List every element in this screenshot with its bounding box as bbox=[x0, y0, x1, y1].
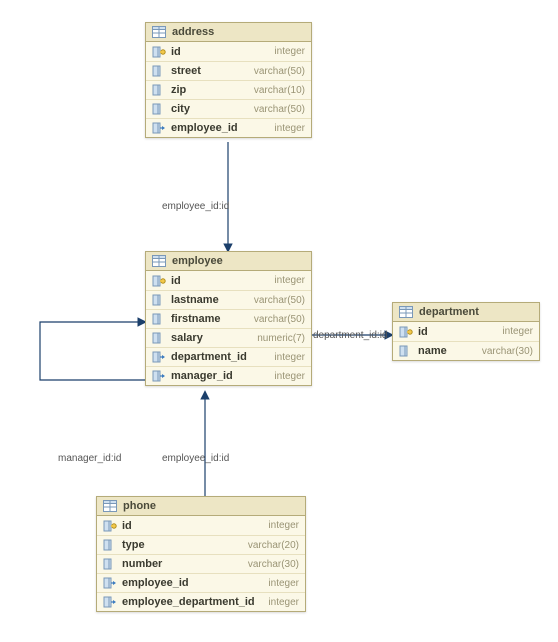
column-name: name bbox=[418, 345, 447, 357]
column-type: integer bbox=[274, 352, 305, 363]
column-row[interactable]: employee_department_id integer bbox=[97, 592, 305, 611]
entity-address[interactable]: address id integer street varchar(50) zi… bbox=[145, 22, 312, 138]
pk-icon bbox=[399, 326, 413, 338]
fk-icon bbox=[152, 122, 166, 134]
column-name: employee_id bbox=[122, 577, 189, 589]
table-icon bbox=[152, 26, 166, 38]
column-icon bbox=[152, 294, 166, 306]
column-name: department_id bbox=[171, 351, 247, 363]
pk-icon bbox=[152, 275, 166, 287]
column-type: varchar(50) bbox=[254, 295, 305, 306]
edge-label: employee_id:id bbox=[162, 453, 229, 464]
column-type: integer bbox=[274, 123, 305, 134]
column-row[interactable]: city varchar(50) bbox=[146, 99, 311, 118]
fk-icon bbox=[152, 351, 166, 363]
column-row[interactable]: street varchar(50) bbox=[146, 61, 311, 80]
fk-icon bbox=[103, 596, 117, 608]
column-row[interactable]: id integer bbox=[393, 322, 539, 341]
entity-rows: id integer street varchar(50) zip varcha… bbox=[146, 42, 311, 137]
column-type: integer bbox=[502, 326, 533, 337]
edge-label: department_id:id bbox=[313, 330, 388, 341]
column-name: type bbox=[122, 539, 145, 551]
column-type: varchar(50) bbox=[254, 104, 305, 115]
column-type: varchar(30) bbox=[482, 346, 533, 357]
column-name: lastname bbox=[171, 294, 219, 306]
entity-rows: id integer name varchar(30) bbox=[393, 322, 539, 360]
column-type: integer bbox=[274, 275, 305, 286]
column-row[interactable]: salary numeric(7) bbox=[146, 328, 311, 347]
column-name: id bbox=[122, 520, 132, 532]
column-type: integer bbox=[274, 46, 305, 57]
column-type: integer bbox=[268, 578, 299, 589]
entity-employee[interactable]: employee id integer lastname varchar(50)… bbox=[145, 251, 312, 386]
column-type: integer bbox=[268, 597, 299, 608]
column-row[interactable]: employee_id integer bbox=[146, 118, 311, 137]
entity-rows: id integer lastname varchar(50) firstnam… bbox=[146, 271, 311, 385]
column-row[interactable]: id integer bbox=[146, 42, 311, 61]
column-name: id bbox=[171, 275, 181, 287]
pk-icon bbox=[152, 46, 166, 58]
edge-employee-manager bbox=[40, 322, 145, 380]
column-icon bbox=[103, 558, 117, 570]
column-name: street bbox=[171, 65, 201, 77]
entity-header[interactable]: department bbox=[393, 303, 539, 322]
entity-header[interactable]: phone bbox=[97, 497, 305, 516]
entity-rows: id integer type varchar(20) number varch… bbox=[97, 516, 305, 611]
table-icon bbox=[103, 500, 117, 512]
column-name: city bbox=[171, 103, 190, 115]
entity-title: department bbox=[419, 306, 479, 318]
entity-header[interactable]: employee bbox=[146, 252, 311, 271]
column-type: varchar(20) bbox=[248, 540, 299, 551]
column-icon bbox=[399, 345, 413, 357]
table-icon bbox=[399, 306, 413, 318]
column-type: varchar(10) bbox=[254, 85, 305, 96]
column-row[interactable]: id integer bbox=[146, 271, 311, 290]
column-name: id bbox=[418, 326, 428, 338]
column-name: id bbox=[171, 46, 181, 58]
column-icon bbox=[152, 103, 166, 115]
column-row[interactable]: zip varchar(10) bbox=[146, 80, 311, 99]
column-name: firstname bbox=[171, 313, 221, 325]
column-icon bbox=[152, 65, 166, 77]
column-type: varchar(30) bbox=[248, 559, 299, 570]
column-row[interactable]: number varchar(30) bbox=[97, 554, 305, 573]
column-row[interactable]: department_id integer bbox=[146, 347, 311, 366]
column-type: numeric(7) bbox=[257, 333, 305, 344]
column-icon bbox=[152, 313, 166, 325]
column-icon bbox=[152, 332, 166, 344]
table-icon bbox=[152, 255, 166, 267]
edge-label: manager_id:id bbox=[58, 453, 121, 464]
fk-icon bbox=[152, 370, 166, 382]
column-name: employee_id bbox=[171, 122, 238, 134]
column-row[interactable]: type varchar(20) bbox=[97, 535, 305, 554]
column-type: varchar(50) bbox=[254, 314, 305, 325]
column-name: manager_id bbox=[171, 370, 233, 382]
entity-title: employee bbox=[172, 255, 223, 267]
column-type: integer bbox=[274, 371, 305, 382]
column-icon bbox=[152, 84, 166, 96]
column-type: integer bbox=[268, 520, 299, 531]
entity-phone[interactable]: phone id integer type varchar(20) number… bbox=[96, 496, 306, 612]
column-row[interactable]: lastname varchar(50) bbox=[146, 290, 311, 309]
column-type: varchar(50) bbox=[254, 66, 305, 77]
entity-header[interactable]: address bbox=[146, 23, 311, 42]
column-name: employee_department_id bbox=[122, 596, 255, 608]
fk-icon bbox=[103, 577, 117, 589]
pk-icon bbox=[103, 520, 117, 532]
column-row[interactable]: manager_id integer bbox=[146, 366, 311, 385]
column-name: number bbox=[122, 558, 162, 570]
column-name: zip bbox=[171, 84, 186, 96]
column-name: salary bbox=[171, 332, 203, 344]
edge-label: employee_id:id bbox=[162, 201, 229, 212]
column-row[interactable]: firstname varchar(50) bbox=[146, 309, 311, 328]
column-row[interactable]: id integer bbox=[97, 516, 305, 535]
column-row[interactable]: name varchar(30) bbox=[393, 341, 539, 360]
column-icon bbox=[103, 539, 117, 551]
entity-department[interactable]: department id integer name varchar(30) bbox=[392, 302, 540, 361]
entity-title: phone bbox=[123, 500, 156, 512]
entity-title: address bbox=[172, 26, 214, 38]
column-row[interactable]: employee_id integer bbox=[97, 573, 305, 592]
